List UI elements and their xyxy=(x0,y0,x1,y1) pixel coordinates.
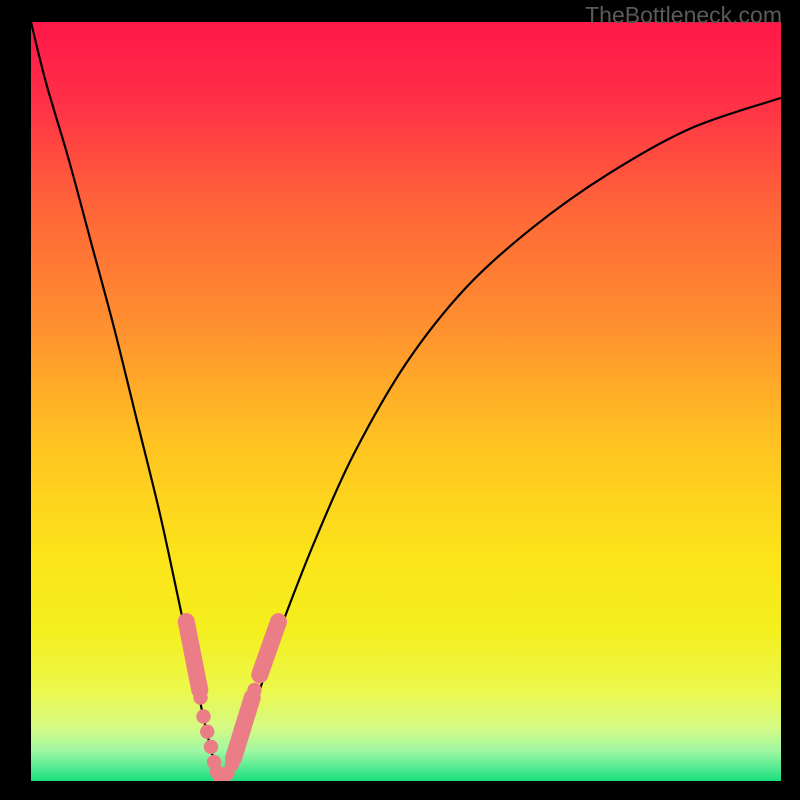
data-point xyxy=(183,630,197,644)
data-point xyxy=(261,641,275,655)
data-point xyxy=(233,732,247,746)
data-point xyxy=(238,717,252,731)
data-point xyxy=(255,660,269,674)
data-point xyxy=(193,690,207,704)
bottleneck-curve xyxy=(31,22,781,779)
data-point xyxy=(268,622,282,636)
data-point xyxy=(200,724,214,738)
data-point xyxy=(196,709,210,723)
data-point xyxy=(247,683,261,697)
data-point xyxy=(187,649,201,663)
data-point xyxy=(242,702,256,716)
watermark-text: TheBottleneck.com xyxy=(585,2,782,29)
data-point xyxy=(225,757,239,771)
data-point xyxy=(189,668,203,682)
plot-area xyxy=(31,22,781,781)
chart-overlay xyxy=(31,22,781,781)
data-point xyxy=(204,740,218,754)
